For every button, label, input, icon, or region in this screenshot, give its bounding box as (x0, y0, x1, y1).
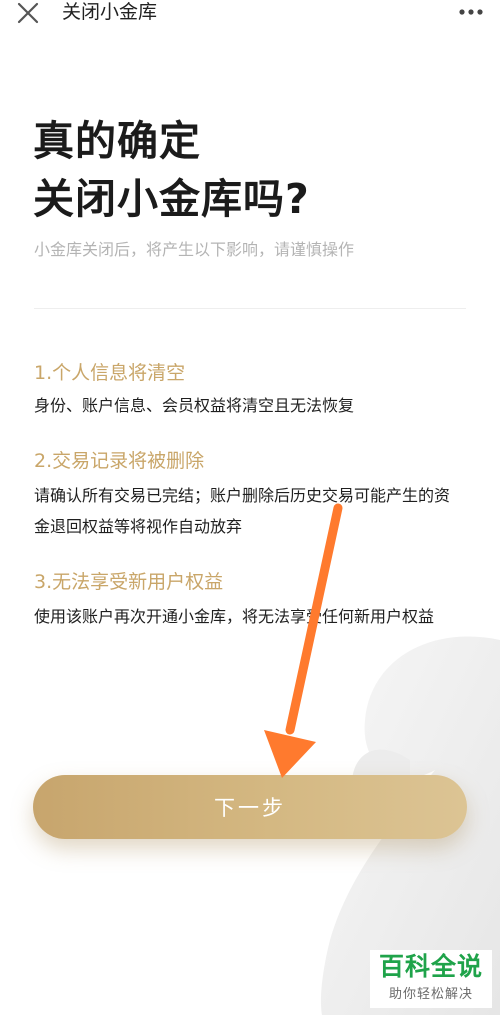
close-icon[interactable] (16, 2, 40, 24)
heading-line-1: 真的确定 (33, 117, 201, 165)
item-desc-2: 请确认所有交易已完结；账户删除后历史交易可能产生的资金退回权益等将视作自动放弃 (34, 486, 451, 536)
page-heading: 真的确定 关闭小金库吗? (33, 112, 310, 228)
page-subtitle: 小金库关闭后，将产生以下影响，请谨慎操作 (34, 240, 355, 259)
watermark: 百科全说 助你轻松解决 (370, 950, 492, 1008)
nav-title: 关闭小金库 (62, 1, 158, 23)
heading-line-2: 关闭小金库吗? (33, 175, 310, 223)
watermark-slogan: 助你轻松解决 (388, 987, 473, 1002)
next-step-button[interactable]: 下一步 (33, 775, 467, 839)
watermark-brand: 百科全说 (378, 952, 483, 981)
item-desc-3: 使用该账户再次开通小金库，将无法享受任何新用户权益 (34, 607, 435, 626)
item-title-2: 2.交易记录将被删除 (34, 450, 205, 472)
item-desc-1: 身份、账户信息、会员权益将清空且无法恢复 (34, 396, 355, 415)
item-title-3: 3.无法享受新用户权益 (34, 571, 224, 593)
divider (34, 308, 466, 309)
more-icon[interactable] (458, 6, 484, 18)
item-title-1: 1.个人信息将清空 (34, 362, 186, 384)
nav-bar: 关闭小金库 (0, 0, 500, 26)
